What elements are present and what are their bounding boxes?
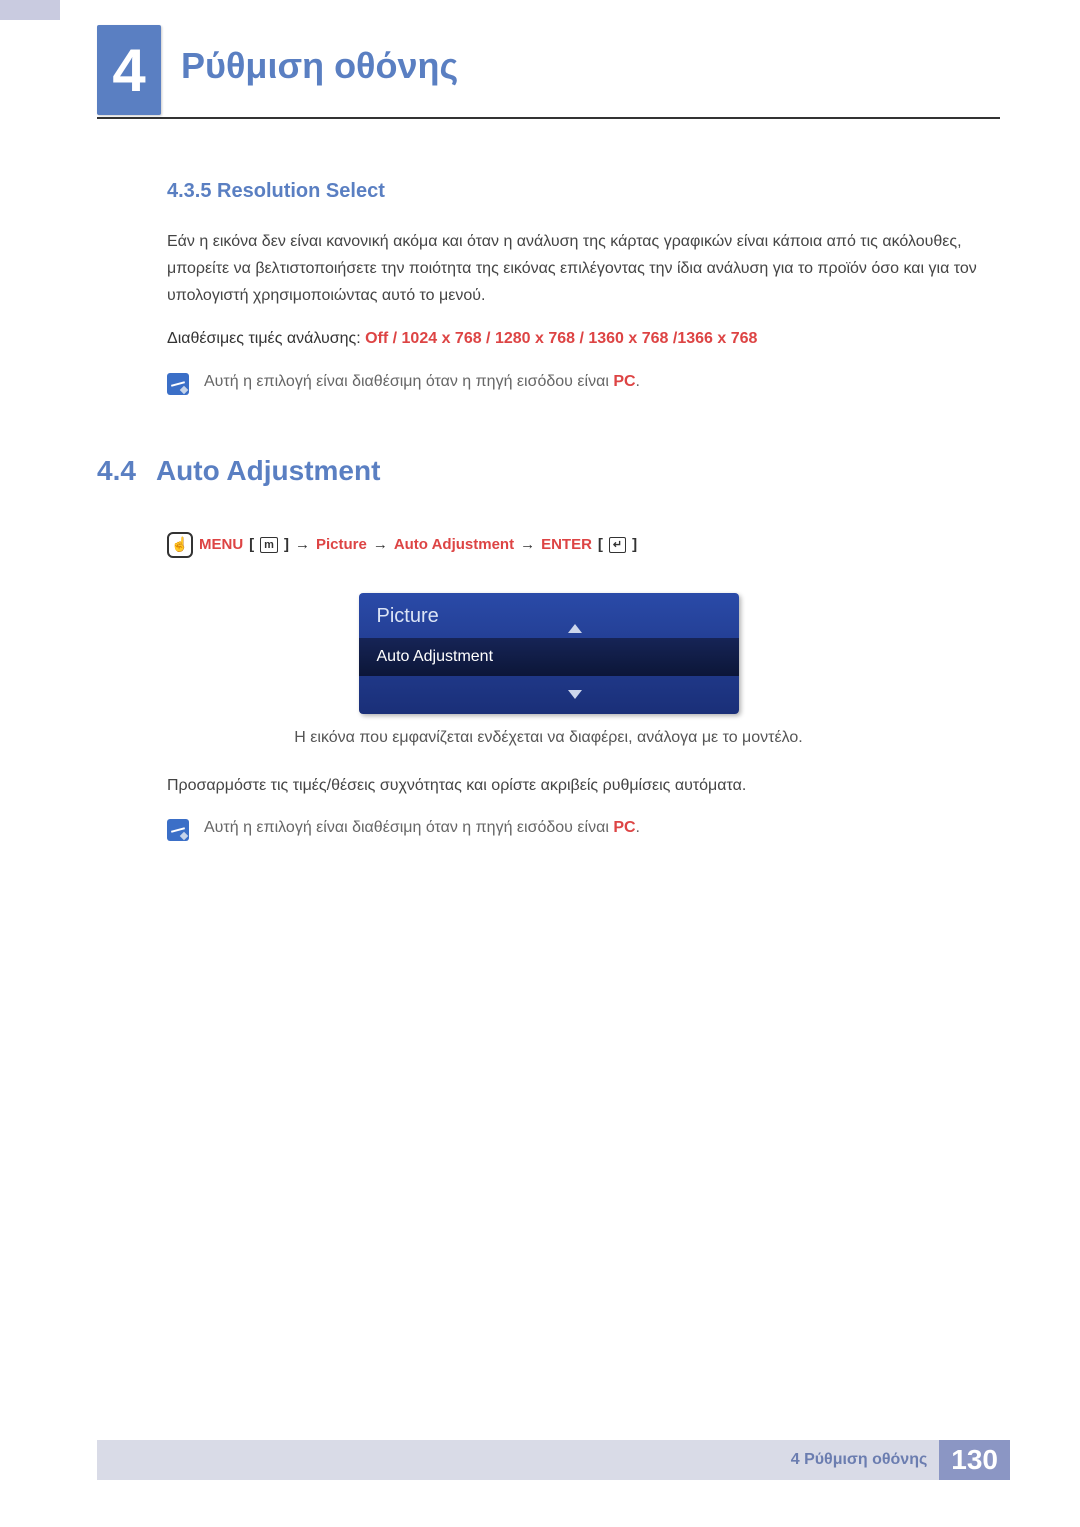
note-text: Αυτή η επιλογή είναι διαθέσιμη όταν η πη… <box>204 373 640 391</box>
menu-icon: m <box>260 537 278 553</box>
bracket: [ <box>249 536 254 553</box>
osd-title: Picture <box>359 593 739 638</box>
arrow-icon: → <box>295 536 310 553</box>
note-row-2: Αυτή η επιλογή είναι διαθέσιμη όταν η πη… <box>167 819 1000 841</box>
chapter-number-box: 4 <box>97 25 161 115</box>
section-body: Προσαρμόστε τις τιμές/θέσεις συχνότητας … <box>167 772 1000 799</box>
page-header: 4 Ρύθμιση οθόνης <box>97 25 458 115</box>
note-pc: PC <box>613 373 635 390</box>
picture-label: Picture <box>316 536 367 553</box>
bracket: [ <box>598 536 603 553</box>
hand-icon: ☝ <box>167 532 193 558</box>
osd-panel: Picture Auto Adjustment <box>359 593 739 714</box>
note-prefix: Αυτή η επιλογή είναι διαθέσιμη όταν η πη… <box>204 373 613 390</box>
chevron-down-icon <box>568 690 582 699</box>
chevron-up-icon <box>568 624 582 633</box>
subsection-body: Εάν η εικόνα δεν είναι κανονική ακόμα κα… <box>167 228 1000 310</box>
subsection-heading: 4.3.5 Resolution Select <box>167 180 1000 203</box>
note-icon <box>167 819 189 841</box>
header-underline <box>97 117 1000 119</box>
section-title: Auto Adjustment <box>156 455 381 487</box>
note-text: Αυτή η επιλογή είναι διαθέσιμη όταν η πη… <box>204 819 640 837</box>
chapter-title: Ρύθμιση οθόνης <box>181 45 458 115</box>
section-heading-row: 4.4 Auto Adjustment <box>97 455 1000 487</box>
menu-label: MENU <box>199 536 243 553</box>
note-suffix: . <box>636 373 640 390</box>
arrow-icon: → <box>373 536 388 553</box>
enter-label: ENTER <box>541 536 592 553</box>
page-footer: 4 Ρύθμιση οθόνης 130 <box>97 1440 1010 1480</box>
arrow-icon: → <box>520 536 535 553</box>
note-row-1: Αυτή η επιλογή είναι διαθέσιμη όταν η πη… <box>167 373 1000 395</box>
page-number: 130 <box>939 1440 1010 1480</box>
auto-adj-label: Auto Adjustment <box>394 536 514 553</box>
menu-path: ☝ MENU [ m] → Picture → Auto Adjustment →… <box>167 532 1000 558</box>
osd-selected-item: Auto Adjustment <box>359 638 739 676</box>
page-content: 4.3.5 Resolution Select Εάν η εικόνα δεν… <box>97 180 1000 861</box>
enter-icon: ↵ <box>609 537 626 553</box>
bracket: ] <box>284 536 289 553</box>
note-icon <box>167 373 189 395</box>
avail-prefix: Διαθέσιμες τιμές ανάλυσης: <box>167 330 365 347</box>
avail-values: Off / 1024 x 768 / 1280 x 768 / 1360 x 7… <box>365 330 757 347</box>
available-resolutions: Διαθέσιμες τιμές ανάλυσης: Off / 1024 x … <box>167 330 1000 348</box>
section-number: 4.4 <box>97 455 136 487</box>
footer-chapter-label: 4 Ρύθμιση οθόνης <box>791 1451 928 1469</box>
figure-caption: Η εικόνα που εμφανίζεται ενδέχεται να δι… <box>97 729 1000 747</box>
osd-screenshot: Picture Auto Adjustment <box>97 593 1000 714</box>
bracket: ] <box>632 536 637 553</box>
note-prefix: Αυτή η επιλογή είναι διαθέσιμη όταν η πη… <box>204 819 613 836</box>
decorative-strip <box>0 0 60 20</box>
note-suffix: . <box>636 819 640 836</box>
note-pc: PC <box>613 819 635 836</box>
